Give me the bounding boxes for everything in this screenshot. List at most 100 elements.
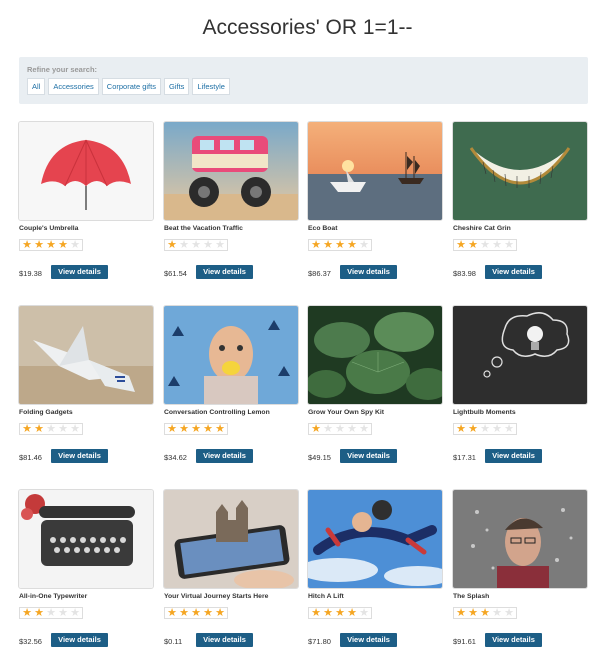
product-name: All-in-One Typewriter <box>19 593 88 600</box>
page-title: Accessories' OR 1=1-- <box>202 16 413 39</box>
product-image[interactable] <box>163 305 299 405</box>
product-name: Conversation Controlling Lemon <box>164 409 270 416</box>
view-details-button[interactable]: View details <box>51 449 108 463</box>
star-filled-icon: ★ <box>215 606 225 619</box>
star-filled-icon: ★ <box>347 238 357 251</box>
product-card: Folding Gadgets ★ ★ ★ ★ ★ $81.46 View details <box>18 305 154 465</box>
star-filled-icon: ★ <box>191 606 201 619</box>
view-details-button[interactable]: View details <box>51 633 108 647</box>
view-details-button[interactable]: View details <box>485 633 542 647</box>
product-image[interactable] <box>18 305 154 405</box>
star-rating: ★ ★ ★ ★ ★ <box>308 239 372 251</box>
product-name: The Splash <box>453 593 490 600</box>
product-name: Your Virtual Journey Starts Here <box>164 593 269 600</box>
category-filter-list: All Accessories Corporate gifts Gifts Li… <box>27 78 230 95</box>
refine-label: Refine your search: <box>27 65 98 74</box>
star-filled-icon: ★ <box>22 606 32 619</box>
view-details-button[interactable]: View details <box>196 633 253 647</box>
product-card: Conversation Controlling Lemon ★ ★ ★ ★ ★ $34.6… <box>163 305 299 465</box>
star-empty-icon: ★ <box>179 238 189 251</box>
view-details-button[interactable]: View details <box>51 265 108 279</box>
star-empty-icon: ★ <box>70 238 80 251</box>
star-empty-icon: ★ <box>504 238 514 251</box>
star-filled-icon: ★ <box>58 238 68 251</box>
star-filled-icon: ★ <box>167 606 177 619</box>
filter-tag-all[interactable]: All <box>27 78 46 95</box>
product-image[interactable] <box>163 121 299 221</box>
star-rating: ★ ★ ★ ★ ★ <box>453 423 517 435</box>
view-details-button[interactable]: View details <box>485 265 542 279</box>
star-empty-icon: ★ <box>492 238 502 251</box>
product-name: Eco Boat <box>308 225 338 232</box>
product-name: Couple's Umbrella <box>19 225 79 232</box>
star-empty-icon: ★ <box>504 606 514 619</box>
product-name: Lightbulb Moments <box>453 409 516 416</box>
star-empty-icon: ★ <box>323 422 333 435</box>
product-price: $17.31 <box>453 453 476 462</box>
star-rating: ★ ★ ★ ★ ★ <box>164 607 228 619</box>
product-price: $34.62 <box>164 453 187 462</box>
star-filled-icon: ★ <box>335 606 345 619</box>
star-filled-icon: ★ <box>215 422 225 435</box>
star-empty-icon: ★ <box>359 238 369 251</box>
star-empty-icon: ★ <box>215 238 225 251</box>
star-filled-icon: ★ <box>323 238 333 251</box>
product-image[interactable] <box>18 489 154 589</box>
view-details-button[interactable]: View details <box>196 449 253 463</box>
product-card: Your Virtual Journey Starts Here ★ ★ ★ ★ ★ $0.… <box>163 489 299 649</box>
product-price: $91.61 <box>453 637 476 646</box>
filter-tag-lifestyle[interactable]: Lifestyle <box>192 78 230 95</box>
product-image[interactable] <box>307 121 443 221</box>
star-filled-icon: ★ <box>179 422 189 435</box>
view-details-button[interactable]: View details <box>485 449 542 463</box>
view-details-button[interactable]: View details <box>340 449 397 463</box>
star-empty-icon: ★ <box>70 606 80 619</box>
view-details-button[interactable]: View details <box>340 265 397 279</box>
view-details-button[interactable]: View details <box>196 265 253 279</box>
star-empty-icon: ★ <box>492 606 502 619</box>
product-name: Folding Gadgets <box>19 409 73 416</box>
star-filled-icon: ★ <box>347 606 357 619</box>
star-empty-icon: ★ <box>46 606 56 619</box>
star-empty-icon: ★ <box>480 422 490 435</box>
product-image[interactable] <box>307 305 443 405</box>
product-name: Grow Your Own Spy Kit <box>308 409 385 416</box>
product-price: $19.38 <box>19 269 42 278</box>
product-price: $49.15 <box>308 453 331 462</box>
star-rating: ★ ★ ★ ★ ★ <box>19 607 83 619</box>
filter-tag-accessories[interactable]: Accessories <box>48 78 99 95</box>
product-price: $32.56 <box>19 637 42 646</box>
star-filled-icon: ★ <box>167 422 177 435</box>
product-name: Beat the Vacation Traffic <box>164 225 243 232</box>
product-price: $0.11 <box>164 637 183 646</box>
star-empty-icon: ★ <box>70 422 80 435</box>
product-image[interactable] <box>307 489 443 589</box>
refine-search-panel: Refine your search: All Accessories Corp… <box>19 57 588 104</box>
product-image[interactable] <box>452 489 588 589</box>
star-rating: ★ ★ ★ ★ ★ <box>308 423 372 435</box>
star-filled-icon: ★ <box>34 606 44 619</box>
product-price: $83.98 <box>453 269 476 278</box>
product-image[interactable] <box>163 489 299 589</box>
product-image[interactable] <box>18 121 154 221</box>
product-image[interactable] <box>452 305 588 405</box>
product-price: $71.80 <box>308 637 331 646</box>
star-filled-icon: ★ <box>456 238 466 251</box>
star-empty-icon: ★ <box>347 422 357 435</box>
star-empty-icon: ★ <box>359 606 369 619</box>
product-card: Cheshire Cat Grin ★ ★ ★ ★ ★ $83.98 View details <box>452 121 588 281</box>
filter-tag-gifts[interactable]: Gifts <box>163 78 190 95</box>
product-price: $81.46 <box>19 453 42 462</box>
star-rating: ★ ★ ★ ★ ★ <box>308 607 372 619</box>
star-empty-icon: ★ <box>46 422 56 435</box>
star-rating: ★ ★ ★ ★ ★ <box>164 423 228 435</box>
product-image[interactable] <box>452 121 588 221</box>
star-filled-icon: ★ <box>311 238 321 251</box>
star-filled-icon: ★ <box>46 238 56 251</box>
filter-tag-corporate-gifts[interactable]: Corporate gifts <box>101 78 161 95</box>
star-filled-icon: ★ <box>34 238 44 251</box>
product-price: $86.37 <box>308 269 331 278</box>
star-filled-icon: ★ <box>456 606 466 619</box>
star-filled-icon: ★ <box>468 422 478 435</box>
view-details-button[interactable]: View details <box>340 633 397 647</box>
